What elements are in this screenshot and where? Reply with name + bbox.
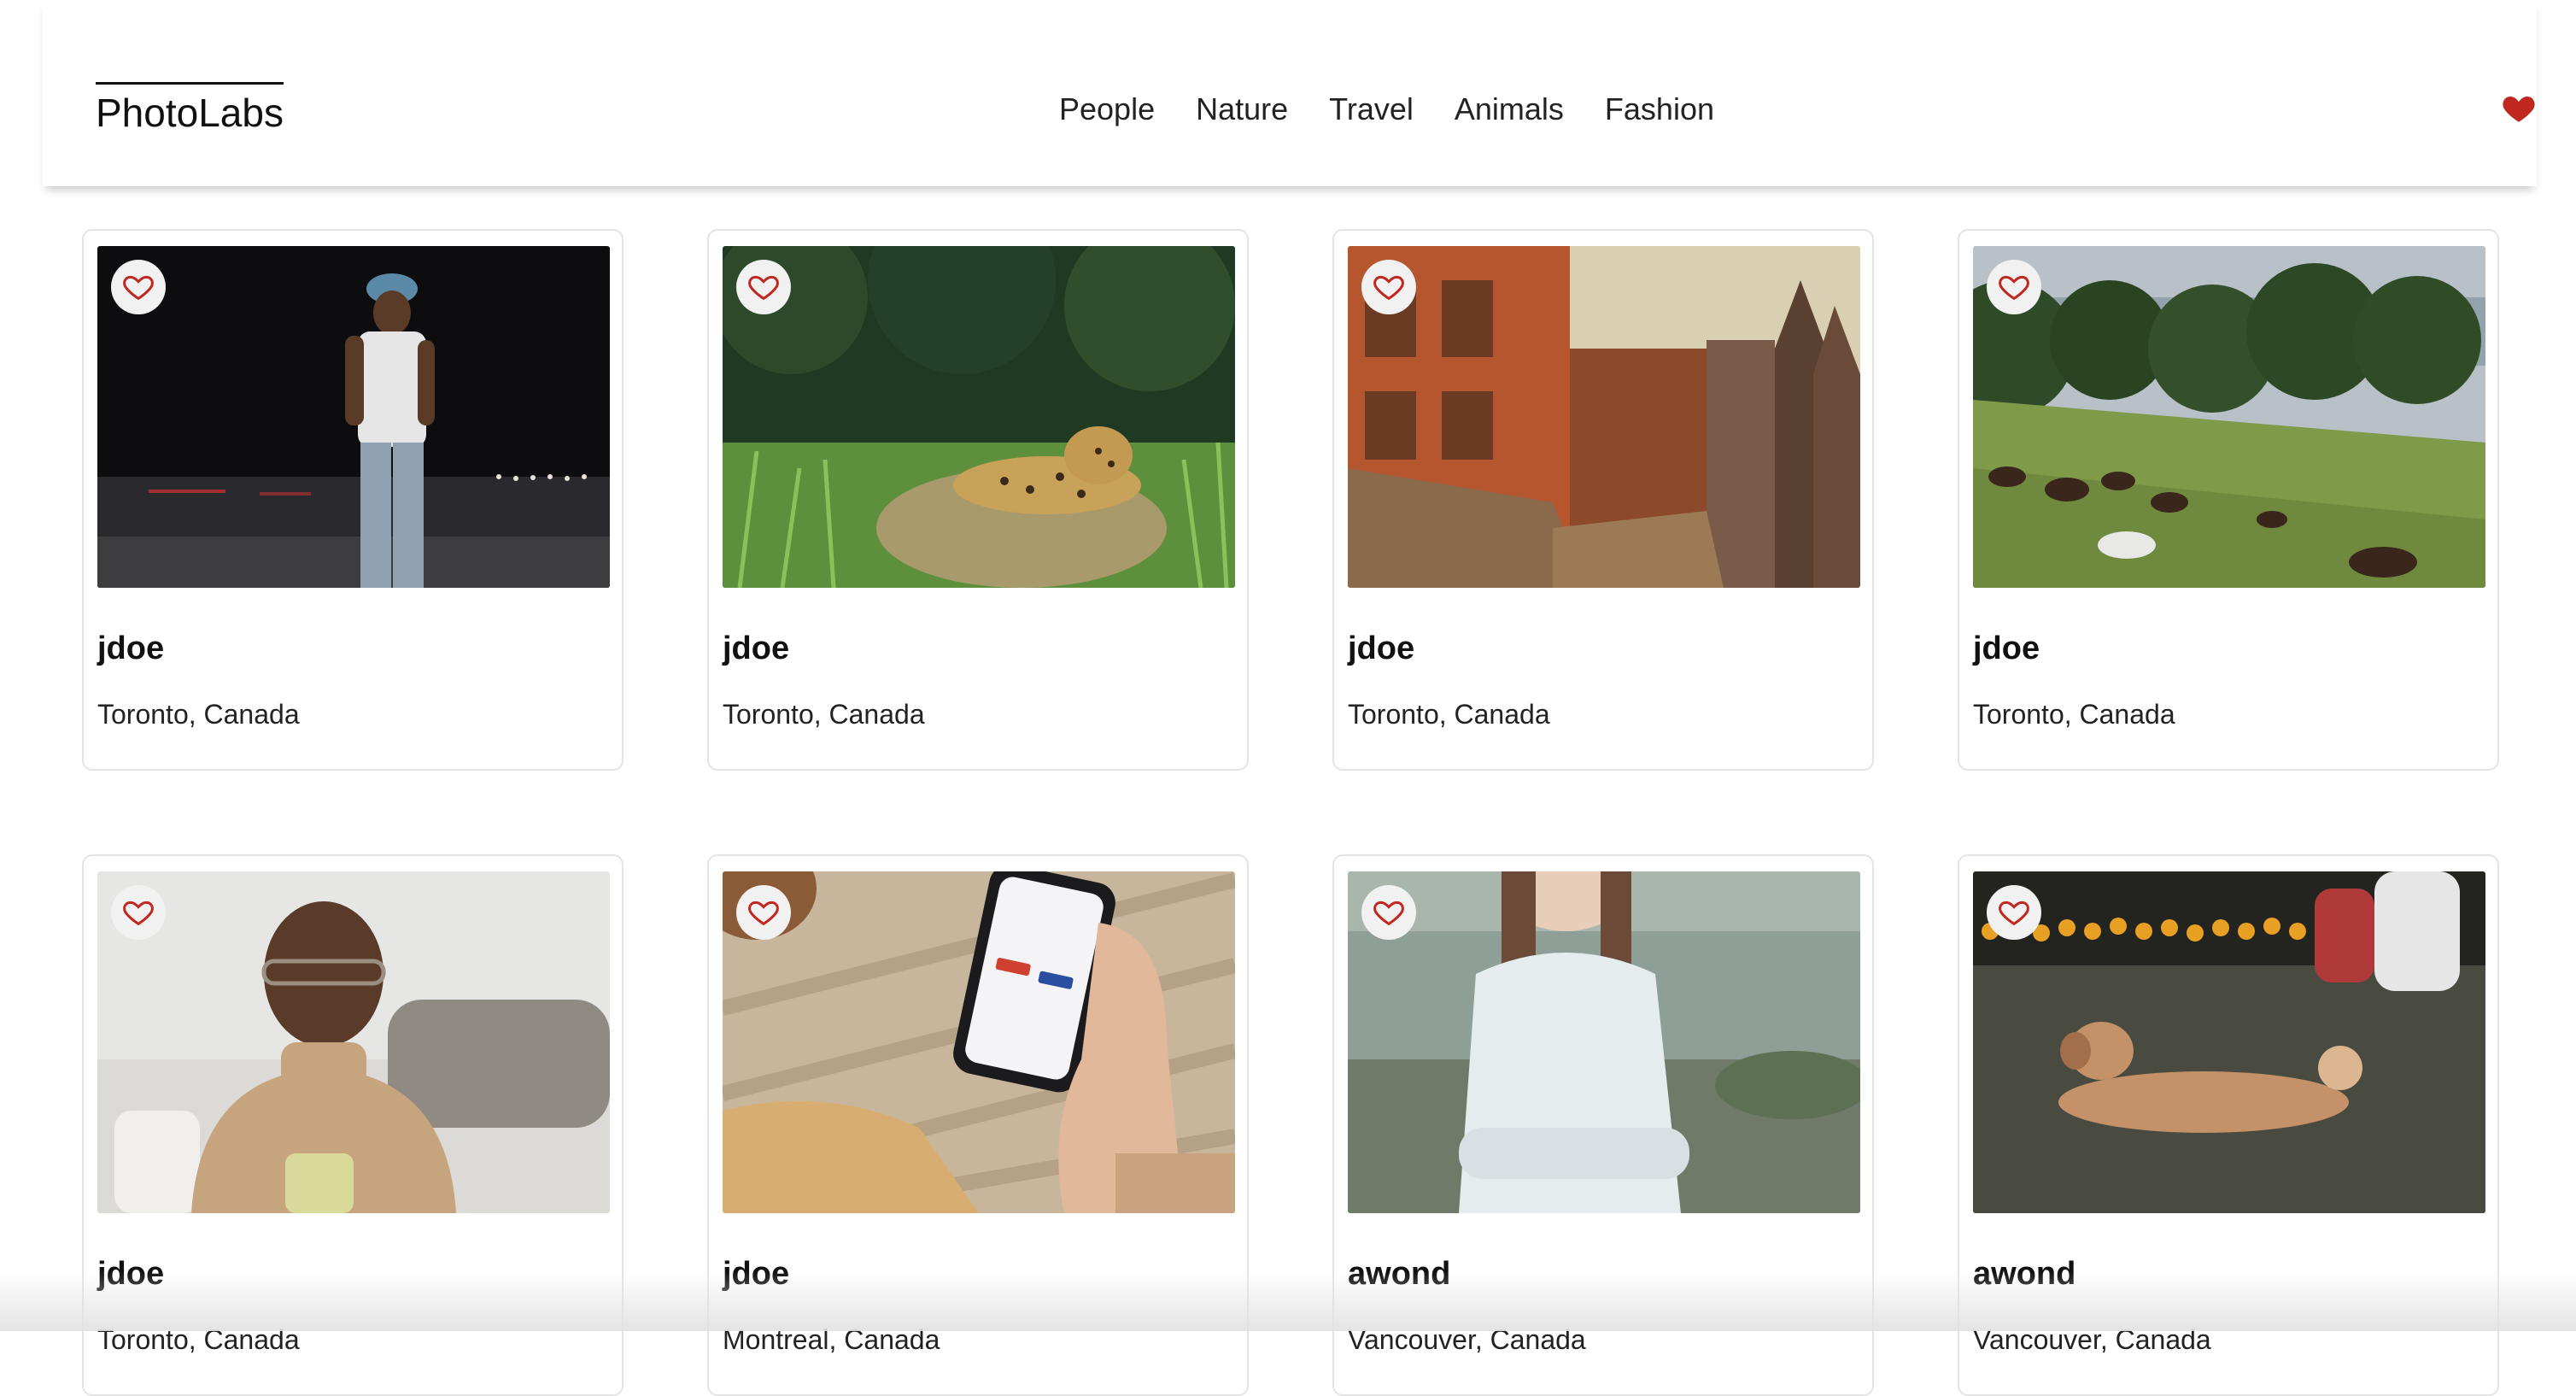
heart-outline-icon: [1999, 900, 2029, 926]
favorite-button[interactable]: [1987, 260, 2041, 314]
photo-location: Toronto, Canada: [723, 699, 925, 730]
photo-image[interactable]: [97, 871, 610, 1213]
favorite-button[interactable]: [1361, 260, 1416, 314]
topic-people[interactable]: People: [1059, 94, 1155, 125]
photo-image[interactable]: [723, 871, 1235, 1213]
photo-image[interactable]: [97, 246, 610, 588]
photo-username: awond: [1348, 1256, 1451, 1292]
heart-outline-icon: [1373, 900, 1404, 926]
photo-username: jdoe: [723, 631, 790, 666]
photo-location: Vancouver, Canada: [1348, 1324, 1586, 1355]
photo-location: Toronto, Canada: [97, 699, 300, 730]
photo-username: jdoe: [97, 1256, 165, 1292]
photo-list-item: awond Vancouver, Canada: [1332, 854, 1874, 1396]
photo-username: awond: [1973, 1256, 2076, 1292]
favorite-button[interactable]: [1987, 885, 2041, 940]
photo-username: jdoe: [723, 1256, 790, 1292]
favorite-button[interactable]: [736, 260, 791, 314]
photo-image[interactable]: [723, 246, 1235, 588]
photo-list-item: jdoe Toronto, Canada: [1332, 229, 1874, 771]
photo-list-item: awond Vancouver, Canada: [1958, 854, 2499, 1396]
favorites-heart-icon[interactable]: [2501, 91, 2537, 126]
topic-nature[interactable]: Nature: [1196, 94, 1288, 125]
photo-location: Vancouver, Canada: [1973, 1324, 2211, 1355]
heart-outline-icon: [748, 900, 779, 926]
photo-location: Toronto, Canada: [97, 1324, 300, 1355]
topic-animals[interactable]: Animals: [1455, 94, 1564, 125]
photo-list-item: jdoe Toronto, Canada: [82, 854, 624, 1396]
photo-image[interactable]: [1348, 246, 1860, 588]
photo-location: Toronto, Canada: [1348, 699, 1550, 730]
photo-image[interactable]: [1973, 246, 2485, 588]
photo-location: Montreal, Canada: [723, 1324, 940, 1355]
photo-list-item: jdoe Toronto, Canada: [1958, 229, 2499, 771]
photo-image[interactable]: [1348, 871, 1860, 1213]
heart-outline-icon: [748, 275, 779, 301]
app-logo[interactable]: PhotoLabs: [96, 82, 284, 132]
photo-location: Toronto, Canada: [1973, 699, 2175, 730]
top-navigation-bar: PhotoLabs People Nature Travel Animals F…: [43, 0, 2537, 186]
heart-outline-icon: [1373, 275, 1404, 301]
photo-list: jdoe Toronto, Canada jdoe Toronto, Canad…: [82, 229, 2499, 1396]
heart-outline-icon: [1999, 275, 2029, 301]
photo-list-item: jdoe Toronto, Canada: [82, 229, 624, 771]
favorite-button[interactable]: [111, 885, 166, 940]
favorite-button[interactable]: [111, 260, 166, 314]
photo-image[interactable]: [1973, 871, 2485, 1213]
topic-travel[interactable]: Travel: [1329, 94, 1414, 125]
topic-list: People Nature Travel Animals Fashion: [1059, 94, 1755, 125]
photo-username: jdoe: [97, 631, 165, 666]
favorite-button[interactable]: [1361, 885, 1416, 940]
heart-outline-icon: [123, 275, 154, 301]
heart-outline-icon: [123, 900, 154, 926]
photo-list-item: jdoe Toronto, Canada: [707, 229, 1249, 771]
photo-username: jdoe: [1973, 631, 2040, 666]
photo-username: jdoe: [1348, 631, 1415, 666]
favorite-button[interactable]: [736, 885, 791, 940]
topic-fashion[interactable]: Fashion: [1605, 94, 1714, 125]
photo-list-item: jdoe Montreal, Canada: [707, 854, 1249, 1396]
